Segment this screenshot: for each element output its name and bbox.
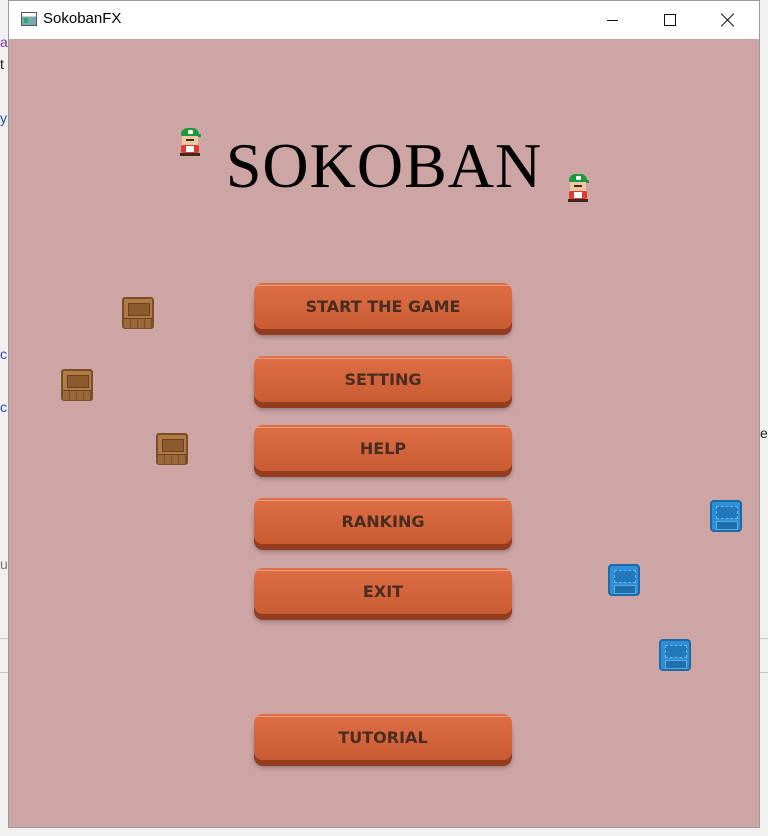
close-icon bbox=[721, 13, 735, 27]
background-text-fragment: e bbox=[760, 425, 768, 441]
close-button[interactable] bbox=[699, 1, 757, 39]
target-icon bbox=[659, 639, 691, 671]
background-divider bbox=[0, 638, 8, 639]
player-icon bbox=[566, 174, 590, 202]
game-canvas: SOKOBAN START THE GAME SETTING HELP RANK… bbox=[9, 39, 759, 827]
app-icon bbox=[21, 12, 37, 26]
target-icon bbox=[710, 500, 742, 532]
minimize-icon bbox=[606, 19, 618, 21]
player-icon bbox=[178, 128, 202, 156]
background-text-fragment: y bbox=[0, 110, 7, 126]
crate-icon bbox=[61, 369, 93, 401]
setting-button[interactable]: SETTING bbox=[254, 356, 512, 402]
crate-icon bbox=[122, 297, 154, 329]
game-logo: SOKOBAN bbox=[225, 130, 543, 201]
exit-button[interactable]: EXIT bbox=[254, 568, 512, 614]
background-divider bbox=[0, 672, 8, 673]
window-title: SokobanFX bbox=[43, 10, 122, 27]
title-bar[interactable]: SokobanFX bbox=[9, 1, 759, 39]
background-text-fragment: t bbox=[0, 56, 4, 72]
ranking-button[interactable]: RANKING bbox=[254, 498, 512, 544]
background-divider bbox=[760, 672, 768, 673]
app-window: SokobanFX SOKOBAN START THE GAME SETTING bbox=[8, 0, 760, 828]
background-text-fragment: c bbox=[0, 399, 7, 415]
crate-icon bbox=[156, 433, 188, 465]
maximize-button[interactable] bbox=[641, 1, 699, 39]
minimize-button[interactable] bbox=[583, 1, 641, 39]
background-text-fragment: a bbox=[0, 34, 8, 50]
help-button[interactable]: HELP bbox=[254, 425, 512, 471]
start-game-button[interactable]: START THE GAME bbox=[254, 283, 512, 329]
background-text-fragment: u bbox=[0, 556, 8, 572]
tutorial-button[interactable]: TUTORIAL bbox=[254, 714, 512, 760]
background-divider bbox=[760, 638, 768, 639]
target-icon bbox=[608, 564, 640, 596]
maximize-icon bbox=[664, 14, 676, 26]
background-text-fragment: c bbox=[0, 346, 7, 362]
